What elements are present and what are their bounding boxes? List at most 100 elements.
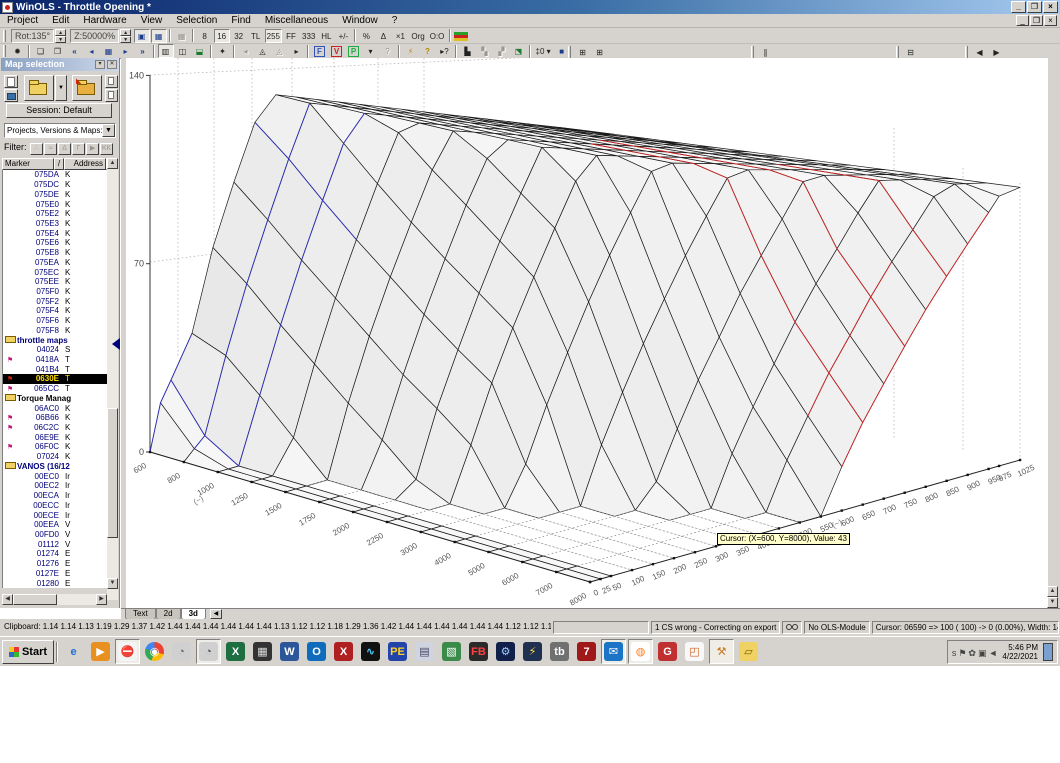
map-row[interactable]: 075E3 K [3, 219, 107, 229]
map-row[interactable]: 0127E E [3, 568, 107, 578]
format-decimal-button[interactable]: 333 [300, 28, 318, 43]
version-next-button[interactable]: ▸ [288, 44, 305, 58]
column-header-address[interactable]: Address [64, 158, 106, 170]
toolbar-gripper[interactable] [896, 46, 899, 58]
map-row[interactable]: 075EE K [3, 277, 107, 287]
filter-button-5[interactable]: KK [100, 143, 114, 155]
vertical-scroll-thumb[interactable] [107, 408, 118, 538]
taskbar-icon-gears-app[interactable]: ⚙ [493, 639, 518, 664]
taskbar-icon-word[interactable]: W [277, 639, 302, 664]
session-button[interactable]: Session: Default [6, 103, 112, 118]
map-list-vertical-scrollbar[interactable]: ▲ ▼ [107, 158, 118, 600]
format-16bit-button[interactable]: 16 [213, 28, 230, 43]
import-map-button[interactable]: ⬓ [191, 44, 208, 58]
taskbar-icon-flash-tool[interactable]: ⚡ [520, 639, 545, 664]
menu-hardware[interactable]: Hardware [76, 14, 133, 28]
taskbar-icon-box-3d[interactable]: ◰ [682, 639, 707, 664]
taskbar-icon-outlook[interactable]: O [304, 639, 329, 664]
map-row[interactable]: ⚑ 0418A T [3, 355, 107, 365]
version-prev-button[interactable]: ◂ [237, 44, 254, 58]
menu-miscellaneous[interactable]: Miscellaneous [258, 14, 335, 28]
view-table-button[interactable]: ▦ [173, 28, 190, 43]
taskbar-icon-pe-explorer[interactable]: PE [385, 639, 410, 664]
tab-scroll-left-icon[interactable]: ◀ [209, 609, 222, 619]
nav-next-button[interactable]: ▸ [117, 44, 134, 58]
filter-button-4[interactable]: ▶ [86, 143, 100, 155]
potentiometer-button[interactable]: ✦ [214, 44, 231, 58]
map-row[interactable]: ⚑ 06C2C K [3, 423, 107, 433]
scroll-left-button[interactable]: ◀ [971, 45, 988, 59]
import-file-button[interactable] [105, 75, 118, 88]
show-desktop-button[interactable] [1043, 642, 1053, 661]
map-row[interactable]: 00FD0 V [3, 530, 107, 540]
restore-button[interactable]: ❐ [1027, 1, 1042, 13]
taskbar-icon-browser-shield[interactable]: ◍ [628, 639, 653, 664]
tray-icon-1[interactable]: ⚑ [958, 648, 966, 658]
taskbar-icon-excel[interactable]: X [223, 639, 248, 664]
map-row[interactable]: ⚑ 065CC T [3, 384, 107, 394]
map-list-horizontal-scrollbar[interactable]: ◀ ▶ [2, 594, 107, 605]
scroll-down-icon[interactable]: ▼ [107, 578, 118, 589]
menu-view[interactable]: View [134, 14, 170, 28]
zoom-stepper[interactable]: ▲ ▼ [120, 28, 132, 43]
split-table-v-button[interactable]: ⊞ [591, 45, 608, 59]
taskbar-icon-map-viewer[interactable]: ▧ [439, 639, 464, 664]
map-row[interactable]: 075F2 K [3, 296, 107, 306]
tray-icon-4[interactable]: ◄ [988, 648, 997, 658]
debug-bug-button[interactable]: ✹ [9, 44, 26, 58]
menu-project[interactable]: Project [0, 14, 45, 28]
menu-edit[interactable]: Edit [45, 14, 76, 28]
format-sign-button[interactable]: +/- [335, 28, 352, 43]
taskbar-icon-chip-fb[interactable]: FB [466, 639, 491, 664]
rotation-stepper[interactable]: ▲ ▼ [55, 28, 67, 43]
context-help-button[interactable]: ▸? [436, 44, 453, 58]
map-row[interactable]: 00EEA V [3, 520, 107, 530]
grid-zoom-button[interactable]: ◫ [174, 44, 191, 58]
grid-select-button[interactable]: ▥ [157, 44, 174, 58]
minimize-button[interactable]: _ [1011, 1, 1026, 13]
map-row[interactable]: 075E6 K [3, 238, 107, 248]
map-row[interactable]: 00ECA Ir [3, 491, 107, 501]
version-upload-button[interactable]: ◬ [254, 44, 271, 58]
taskbar-icon-winols-app[interactable]: ⛔ [115, 639, 140, 664]
chart-new-button[interactable]: ▙ [459, 44, 476, 58]
show-org-ratio-button[interactable]: O:O [427, 28, 447, 43]
map-row[interactable]: 075F0 K [3, 287, 107, 297]
taskbar-icon-calculator[interactable]: ▤ [412, 639, 437, 664]
taskbar-icon-seven-zip[interactable]: 7 [574, 639, 599, 664]
mdi-restore-button[interactable]: ❐ [1030, 15, 1043, 26]
show-params-button[interactable]: P [345, 44, 362, 58]
help-inline-button[interactable]: ? [379, 44, 396, 58]
map-row[interactable]: ⚑ 06B66 K [3, 413, 107, 423]
format-32bit-button[interactable]: 32 [230, 28, 247, 43]
map-row[interactable]: 075F8 K [3, 326, 107, 336]
map-row[interactable]: 01276 E [3, 559, 107, 569]
taskbar-icon-media-player[interactable]: ▶ [88, 639, 113, 664]
taskbar-icon-internet-explorer[interactable]: e [61, 639, 86, 664]
open-project-button[interactable] [24, 75, 54, 101]
split-table-h-button[interactable]: ⊞ [574, 45, 591, 59]
taskbar-icon-file-explorer[interactable]: ▱ [736, 639, 761, 664]
chevron-down-icon[interactable]: ▼ [102, 124, 115, 137]
show-original-button[interactable]: Org [409, 28, 427, 43]
preview-glasses-icon[interactable] [782, 621, 803, 634]
map-row[interactable]: 075EC K [3, 267, 107, 277]
nav-last-button[interactable]: » [134, 44, 151, 58]
nav-first-button[interactable]: « [66, 44, 83, 58]
toolbar-gripper[interactable] [3, 29, 6, 42]
help-button[interactable]: ? [419, 44, 436, 58]
view-3d-button[interactable]: ▣ [133, 28, 150, 43]
tray-icon-2[interactable]: ✿ [968, 648, 976, 658]
format-hilo-button[interactable]: HL [318, 28, 335, 43]
taskbar-icon-g-tuner[interactable]: G [655, 639, 680, 664]
menu-?[interactable]: ? [385, 14, 405, 28]
map-row[interactable]: 075F4 K [3, 306, 107, 316]
panel-close-button[interactable]: ✕ [107, 60, 117, 69]
filter-button-1[interactable]: ≈ [44, 143, 58, 155]
map-row[interactable]: 01274 E [3, 549, 107, 559]
map-row[interactable]: 06AC0 K [3, 403, 107, 413]
toolbar-gripper[interactable] [751, 46, 754, 58]
chart-edit-button[interactable]: ▚ [476, 44, 493, 58]
scroll-right-icon[interactable]: ▶ [96, 594, 107, 605]
taskbar-icon-thunderbird[interactable]: ✉ [601, 639, 626, 664]
